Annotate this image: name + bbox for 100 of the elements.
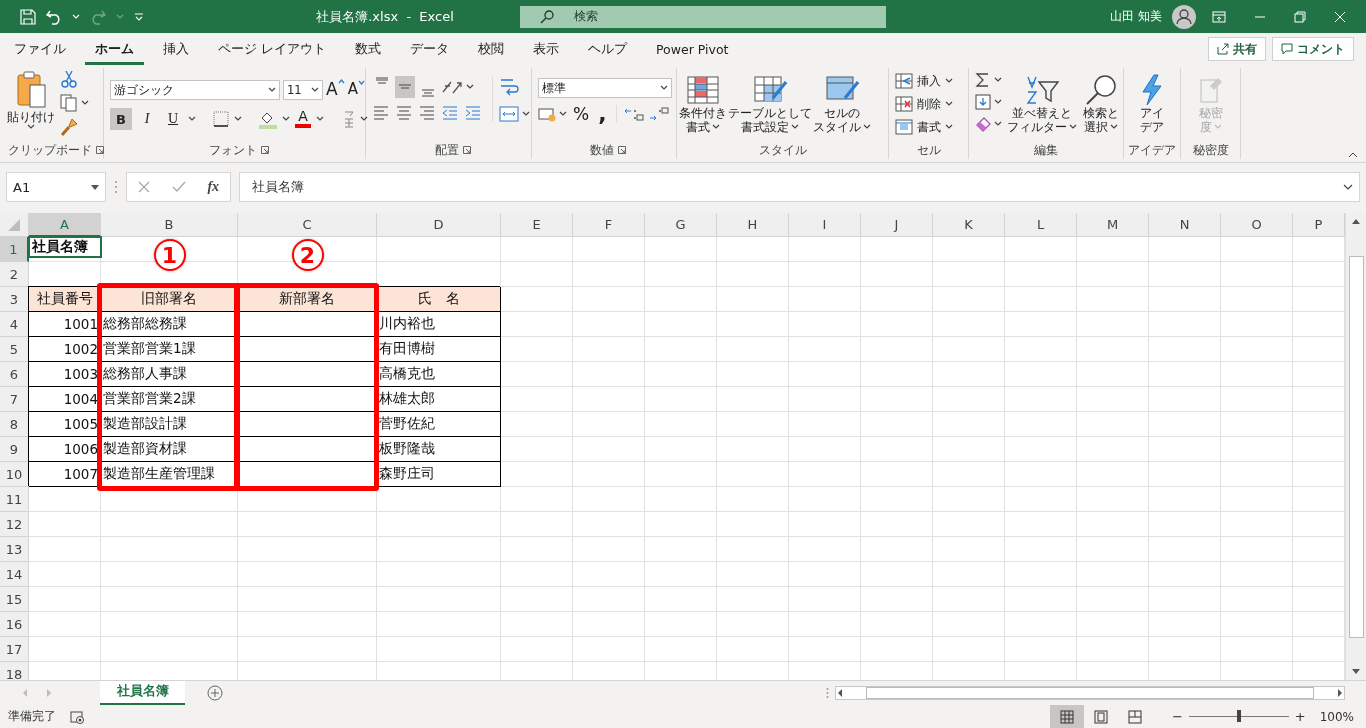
table-cell: 総務部総務課: [101, 312, 238, 337]
share-button[interactable]: 共有: [1208, 37, 1266, 61]
editing-button[interactable]: 並べ替えと フィルター: [1006, 72, 1078, 136]
name-box[interactable]: A1: [6, 172, 106, 202]
column-header[interactable]: P: [1293, 213, 1345, 237]
row-header[interactable]: 9: [0, 437, 29, 462]
ribbon-tab[interactable]: 校閲: [468, 33, 514, 65]
row-header[interactable]: 6: [0, 362, 29, 387]
row-header[interactable]: 15: [0, 587, 29, 612]
cells-button[interactable]: 挿入: [895, 70, 953, 92]
cells-button[interactable]: 書式: [895, 116, 953, 138]
ribbon-tab[interactable]: ページ レイアウト: [208, 33, 336, 65]
table-cell: 1004: [29, 387, 101, 412]
cells-button[interactable]: 削除: [895, 93, 953, 115]
increase-font-size-button[interactable]: A: [326, 79, 345, 101]
font-name-dropdown[interactable]: 游ゴシック: [110, 80, 280, 100]
column-header[interactable]: K: [933, 213, 1005, 237]
paste-button[interactable]: 貼り付け: [6, 68, 56, 132]
group-label: アイデア: [1128, 141, 1176, 159]
group-label: 秘密度: [1192, 141, 1229, 159]
table-cell: 1003: [29, 362, 101, 387]
row-header[interactable]: 4: [0, 312, 29, 337]
sheet-tab[interactable]: 社員名簿: [100, 680, 185, 705]
table-cell: 総務部人事課: [101, 362, 238, 387]
column-header[interactable]: E: [501, 213, 573, 237]
ribbon-tab[interactable]: ヘルプ: [578, 33, 637, 65]
number-format-dropdown[interactable]: 標準: [538, 78, 672, 98]
group-label: 配置: [434, 141, 459, 159]
insert-function-button[interactable]: fx: [207, 179, 220, 195]
bold-button[interactable]: B: [110, 108, 132, 130]
table-cell: 製造部資材課: [101, 437, 238, 462]
column-header[interactable]: H: [717, 213, 789, 237]
group-label: 編集: [1034, 141, 1058, 159]
ribbon-tab[interactable]: 表示: [523, 33, 569, 65]
comma-style-button[interactable]: ,: [595, 105, 610, 123]
table-cell: 営業部営業2課: [101, 387, 238, 412]
table-cell: 1007: [29, 462, 101, 487]
zoom-level: 100%: [1318, 709, 1355, 724]
search-field[interactable]: 検索: [520, 5, 886, 28]
font-size-dropdown[interactable]: 11: [283, 80, 323, 100]
row-header[interactable]: 17: [0, 637, 29, 662]
table-cell: 1002: [29, 337, 101, 362]
zoom-in-button[interactable]: +: [1288, 709, 1312, 724]
column-header[interactable]: M: [1077, 213, 1149, 237]
column-header[interactable]: N: [1149, 213, 1221, 237]
editing-button[interactable]: 検索と 選択: [1082, 72, 1120, 136]
ribbon-tab[interactable]: データ: [400, 33, 459, 65]
column-header[interactable]: C: [238, 213, 377, 237]
row-header[interactable]: 7: [0, 387, 29, 412]
table-cell: 1006: [29, 437, 101, 462]
style-button[interactable]: セルの スタイル: [813, 72, 871, 136]
table-cell: 製造部生産管理課: [101, 462, 238, 487]
row-header[interactable]: 11: [0, 487, 29, 512]
column-header[interactable]: F: [573, 213, 645, 237]
row-header[interactable]: 3: [0, 287, 29, 312]
group-label: フォント: [208, 141, 257, 159]
table-cell: 1005: [29, 412, 101, 437]
number-badge: 1: [153, 239, 186, 271]
group-label: スタイル: [758, 141, 807, 159]
formula-field[interactable]: 社員名簿: [239, 172, 1360, 202]
table-cell: 菅野佐紀: [377, 412, 501, 437]
column-header[interactable]: G: [645, 213, 717, 237]
column-header[interactable]: B: [101, 213, 238, 237]
ribbon-tab[interactable]: ホーム: [85, 33, 144, 65]
ribbon-tab[interactable]: 挿入: [153, 33, 199, 65]
column-header[interactable]: J: [861, 213, 933, 237]
row-header[interactable]: 18: [0, 662, 29, 680]
column-header[interactable]: L: [1005, 213, 1077, 237]
column-header[interactable]: A: [29, 213, 101, 237]
column-header[interactable]: D: [377, 213, 501, 237]
font-color-button[interactable]: A: [294, 108, 312, 130]
decrease-font-size-button[interactable]: A: [347, 78, 365, 102]
row-header[interactable]: 13: [0, 537, 29, 562]
status-text: 準備完了: [8, 708, 56, 725]
row-header[interactable]: 16: [0, 612, 29, 637]
row-header[interactable]: 12: [0, 512, 29, 537]
number-badge: 2: [291, 239, 324, 271]
table-cell: 森野庄司: [377, 462, 501, 487]
style-button[interactable]: 条件付き 書式: [679, 72, 727, 136]
row-header[interactable]: 10: [0, 462, 29, 487]
table-cell: 有田博樹: [377, 337, 501, 362]
ideas-button[interactable]: アイ デア: [1139, 72, 1165, 136]
ribbon-tab[interactable]: Power Pivot: [646, 33, 739, 65]
ribbon-tab[interactable]: 数式: [345, 33, 391, 65]
row-header[interactable]: 2: [0, 262, 29, 287]
ribbon-tab[interactable]: ファイル: [4, 33, 76, 65]
column-header[interactable]: I: [789, 213, 861, 237]
percent-style-button[interactable]: %: [570, 104, 593, 124]
row-header[interactable]: 5: [0, 337, 29, 362]
italic-button[interactable]: I: [136, 108, 158, 130]
table-cell: 林雄太郎: [377, 387, 501, 412]
row-header[interactable]: 1: [0, 237, 29, 262]
table-cell: 板野隆哉: [377, 437, 501, 462]
zoom-out-button[interactable]: −: [1165, 709, 1189, 724]
row-header[interactable]: 8: [0, 412, 29, 437]
underline-button[interactable]: U: [162, 108, 184, 130]
style-button[interactable]: テーブルとして 書式設定: [728, 72, 812, 136]
column-header[interactable]: O: [1221, 213, 1293, 237]
row-header[interactable]: 14: [0, 562, 29, 587]
comment-button[interactable]: コメント: [1272, 37, 1354, 61]
